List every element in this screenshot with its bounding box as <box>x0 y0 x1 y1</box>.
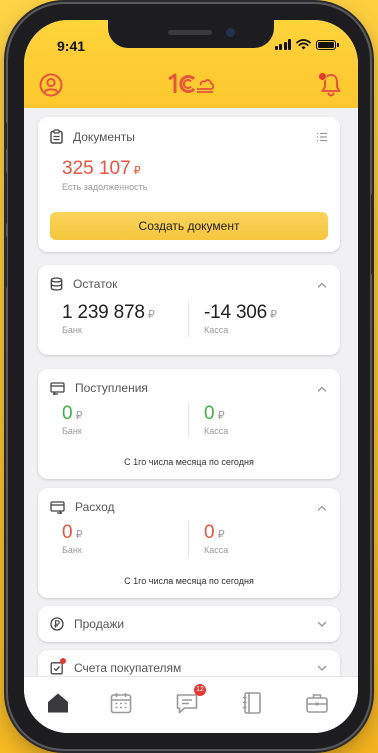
expense-icon <box>50 500 65 514</box>
chevron-up-icon[interactable] <box>316 502 328 514</box>
clipboard-icon <box>50 129 63 144</box>
volume-up-button <box>4 172 7 224</box>
invoices-title: Счета покупателям <box>74 661 182 675</box>
column-divider <box>188 402 189 438</box>
income-cash-label: Касса <box>204 426 229 436</box>
list-icon[interactable] <box>316 131 328 143</box>
expense-cash-value: 0 <box>204 522 215 543</box>
income-bank-value: 0 <box>62 403 73 424</box>
expense-cash-label: Касса <box>204 545 229 555</box>
chevron-down-icon[interactable] <box>316 662 328 674</box>
income-period-note: С 1го числа месяца по сегодня <box>124 457 254 467</box>
income-card[interactable]: Поступления 0 ₽ Банк 0 ₽ Касса С 1го числа… <box>38 369 340 479</box>
status-time: 9:41 <box>57 38 86 54</box>
income-cash-value: 0 <box>204 403 215 424</box>
chevron-up-icon[interactable] <box>316 383 328 395</box>
income-title: Поступления <box>75 381 148 395</box>
expense-card[interactable]: Расход 0 ₽ Банк 0 ₽ Касса С 1го числа меся… <box>38 488 340 598</box>
balance-cash-currency: ₽ <box>270 309 278 321</box>
home-icon[interactable] <box>45 690 71 716</box>
expense-cash-currency: ₽ <box>217 529 225 541</box>
battery-icon <box>316 39 339 50</box>
calendar-icon[interactable] <box>108 690 134 716</box>
expense-title: Расход <box>75 500 115 514</box>
documents-currency: ₽ <box>133 165 141 177</box>
documents-amount: 325 107 <box>62 158 131 179</box>
chat-badge: 12 <box>194 684 206 696</box>
chevron-up-icon[interactable] <box>316 279 328 291</box>
expense-bank-label: Банк <box>62 545 82 555</box>
signal-icon <box>274 39 291 50</box>
balance-card[interactable]: Остаток 1 239 878 ₽ Банк -14 306 ₽ Касса <box>38 265 340 355</box>
documents-card[interactable]: Документы 325 107 ₽ Есть задолженность Со… <box>38 117 340 252</box>
database-icon <box>50 277 63 291</box>
documents-title: Документы <box>73 129 135 144</box>
expense-bank-value: 0 <box>62 522 73 543</box>
balance-cash-label: Касса <box>204 325 229 335</box>
chevron-down-icon[interactable] <box>316 618 328 630</box>
app-logo <box>167 73 215 100</box>
documents-subtitle: Есть задолженность <box>62 182 148 192</box>
balance-bank-currency: ₽ <box>147 309 155 321</box>
notification-badge <box>318 72 327 81</box>
column-divider <box>188 521 189 557</box>
sales-card[interactable]: Продажи <box>38 606 340 642</box>
ruble-circle-icon <box>50 617 64 631</box>
income-bank-currency: ₽ <box>75 410 83 422</box>
invoices-badge <box>60 658 66 664</box>
profile-icon[interactable] <box>38 72 64 98</box>
income-icon <box>50 381 65 395</box>
mute-switch <box>4 122 7 150</box>
wifi-icon <box>296 39 311 50</box>
income-bank-label: Банк <box>62 426 82 436</box>
balance-bank-label: Банк <box>62 325 82 335</box>
expense-bank-currency: ₽ <box>75 529 83 541</box>
balance-title: Остаток <box>73 277 118 291</box>
briefcase-icon[interactable] <box>304 690 330 716</box>
income-cash-currency: ₽ <box>217 410 225 422</box>
app-screen: 9:41 Документы 325 107 ₽ Есть задолженно… <box>24 20 358 733</box>
create-document-button[interactable]: Создать документ <box>50 212 328 240</box>
power-button <box>371 194 374 274</box>
sales-title: Продажи <box>74 617 125 631</box>
expense-period-note: С 1го числа месяца по сегодня <box>124 576 254 586</box>
volume-down-button <box>4 236 7 288</box>
notebook-icon[interactable] <box>239 690 265 716</box>
bottom-tab-bar: 12 <box>24 676 358 733</box>
balance-bank-value: 1 239 878 <box>62 302 145 323</box>
status-icons <box>274 39 339 50</box>
column-divider <box>188 301 189 337</box>
device-notch <box>108 20 274 48</box>
logo-1c-icon <box>168 73 215 93</box>
dashboard-content: Документы 325 107 ₽ Есть задолженность Со… <box>24 108 358 686</box>
balance-cash-value: -14 306 <box>204 302 268 323</box>
